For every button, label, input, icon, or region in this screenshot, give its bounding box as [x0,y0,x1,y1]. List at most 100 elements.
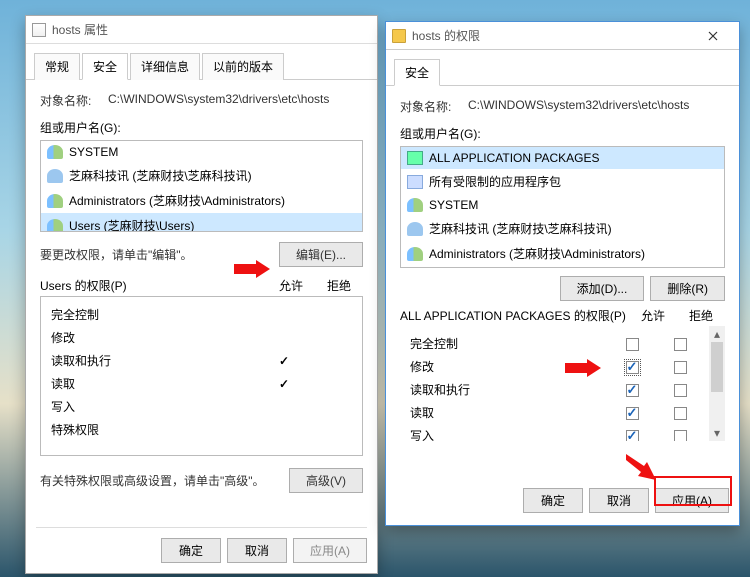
checkbox[interactable] [626,361,639,374]
object-name-value: C:\WINDOWS\system32\drivers\etc\hosts [108,92,363,109]
list-item-label: ALL APPLICATION PACKAGES [429,151,600,165]
permission-row: 特殊权限 [45,418,358,441]
tab-previous-versions[interactable]: 以前的版本 [202,53,284,80]
permission-row: 完全控制 [404,332,706,355]
tab-security[interactable]: 安全 [394,59,440,86]
checkbox[interactable] [674,361,687,374]
allow-header: 允许 [267,277,315,294]
checkbox[interactable] [626,407,639,420]
deny-cell [656,359,704,373]
permission-row: 读取✓ [45,372,358,395]
permission-name: 写入 [47,398,260,415]
permission-row: 写入 [45,395,358,418]
tab-general[interactable]: 常规 [34,53,80,80]
permissions-list: 完全控制修改读取和执行读取写入牛生工+r07四 [400,326,725,441]
scroll-down-icon[interactable]: ▾ [709,425,725,441]
deny-header: 拒绝 [677,307,725,324]
advanced-hint: 有关特殊权限或高级设置，请单击"高级"。 [40,472,265,489]
allow-cell [608,336,656,350]
groups-listbox[interactable]: ALL APPLICATION PACKAGES 所有受限制的应用程序包SYSTE… [400,146,725,268]
object-name-label: 对象名称: [400,98,468,115]
close-button[interactable] [693,26,733,46]
permissions-title: Users 的权限(P) [40,277,267,294]
window-title: hosts 的权限 [412,27,693,44]
list-item-label: 芝麻科技讯 (芝麻财技\芝麻科技讯) [429,220,612,237]
checkbox[interactable] [674,384,687,397]
scroll-up-icon[interactable]: ▴ [709,326,725,342]
edit-button[interactable]: 编辑(E)... [279,242,363,267]
permission-name: 读取 [406,404,608,421]
allow-cell: ✓ [260,354,308,368]
deny-cell [656,382,704,396]
ok-button[interactable]: 确定 [523,488,583,513]
allow-cell [608,359,656,373]
list-item[interactable]: ALL APPLICATION PACKAGES [401,147,724,169]
groups-label: 组或用户名(G): [40,119,363,136]
permission-name: 读取 [47,375,260,392]
groups-listbox[interactable]: SYSTEM芝麻科技讯 (芝麻财技\芝麻科技讯) Administrators (… [40,140,363,232]
cancel-button[interactable]: 取消 [589,488,649,513]
close-icon [708,31,718,41]
tab-security[interactable]: 安全 [82,53,128,80]
permission-name: 特殊权限 [47,421,260,438]
document-icon [32,23,46,37]
deny-cell [656,405,704,419]
users-icon [407,198,423,212]
permission-name: 读取和执行 [47,352,260,369]
list-item[interactable]: SYSTEM [41,141,362,163]
list-item[interactable]: Administrators (芝麻财技\Administrators) [41,188,362,213]
advanced-button[interactable]: 高级(V) [289,468,363,493]
users-icon [407,247,423,261]
scroll-thumb[interactable] [711,342,723,392]
cancel-button[interactable]: 取消 [227,538,287,563]
permission-row: 修改 [404,355,706,378]
apply-button[interactable]: 应用(A) [655,488,729,513]
checkbox[interactable] [674,407,687,420]
remove-button[interactable]: 删除(R) [650,276,725,301]
users-icon [47,219,63,233]
checkbox[interactable] [626,338,639,351]
list-item[interactable]: SYSTEM [401,194,724,216]
permission-name: 完全控制 [406,335,608,352]
deny-cell [656,336,704,350]
list-item-label: Administrators (芝麻财技\Administrators) [69,192,285,209]
scrollbar[interactable]: ▴ ▾ [709,326,725,441]
list-item[interactable]: 芝麻科技讯 (芝麻财技\芝麻科技讯) [41,163,362,188]
list-item[interactable]: 芝麻科技讯 (芝麻财技\芝麻科技讯) [401,216,724,241]
users-icon [47,145,63,159]
add-button[interactable]: 添加(D)... [560,276,645,301]
deny-cell [656,428,704,441]
permission-row: 读取 [404,401,706,424]
checkbox[interactable] [674,338,687,351]
allow-cell: ✓ [260,377,308,391]
list-item-label: Administrators (芝麻财技\Administrators) [429,245,645,262]
permission-name: 写入 [406,427,608,441]
tab-details[interactable]: 详细信息 [130,53,200,80]
checkbox[interactable] [674,430,687,441]
users-icon [47,194,63,208]
apply-button[interactable]: 应用(A) [293,538,367,563]
allow-header: 允许 [629,307,677,324]
list-item[interactable]: Users (芝麻财技\Users) [41,213,362,232]
permission-name: 修改 [406,358,608,375]
titlebar[interactable]: hosts 的权限 [386,22,739,50]
permission-name: 修改 [47,329,260,346]
user-icon [407,222,423,236]
list-item[interactable]: 所有受限制的应用程序包 [401,169,724,194]
folder-icon [392,29,406,43]
pkg2-icon [407,175,423,189]
list-item[interactable]: Administrators (芝麻财技\Administrators) [401,241,724,266]
checkbox[interactable] [626,384,639,397]
list-item[interactable]: Users (芝麻财技\Users) [401,266,724,268]
permission-row: 读取和执行✓ [45,349,358,372]
permissions-list: 完全控制修改读取和执行✓读取✓写入特殊权限 [40,296,363,456]
permission-row: 完全控制 [45,303,358,326]
ok-button[interactable]: 确定 [161,538,221,563]
checkbox[interactable] [626,430,639,441]
pkg-icon [407,151,423,165]
permission-name: 读取和执行 [406,381,608,398]
titlebar[interactable]: hosts 属性 [26,16,377,44]
permission-name: 完全控制 [47,306,260,323]
allow-cell [608,382,656,396]
groups-label: 组或用户名(G): [400,125,725,142]
